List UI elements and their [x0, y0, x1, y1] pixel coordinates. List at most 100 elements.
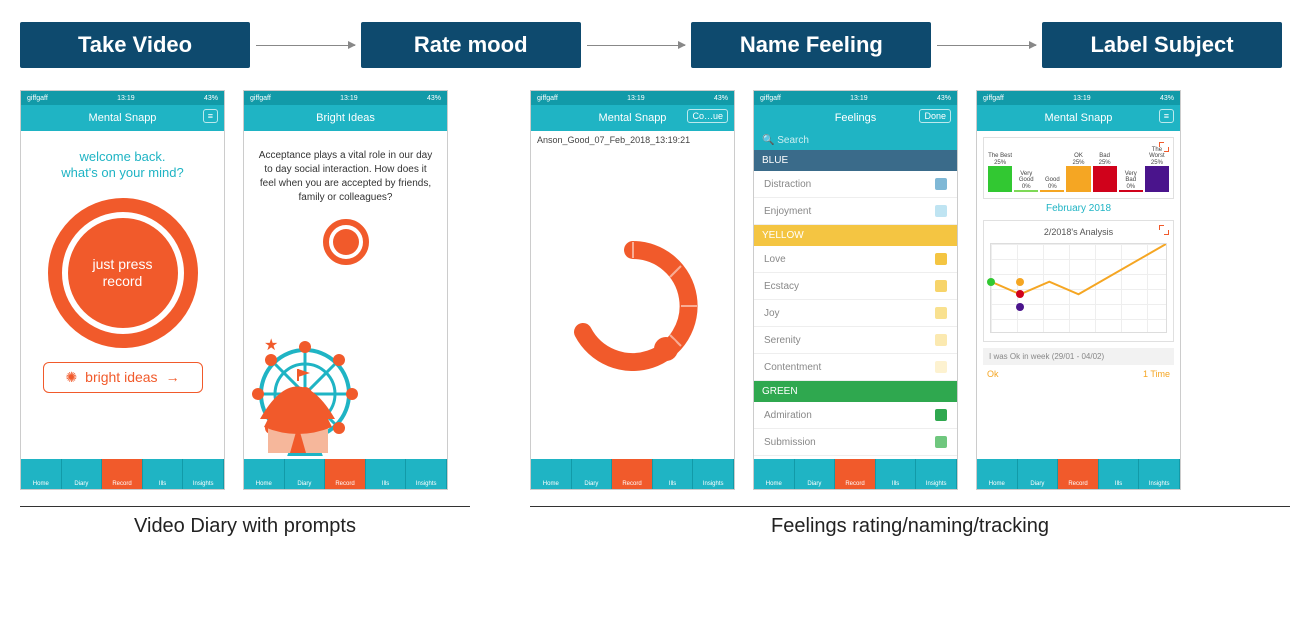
tab-insights[interactable]: Insights [1139, 459, 1180, 489]
color-swatch-icon [935, 334, 947, 346]
battery-label: 43% [204, 95, 218, 102]
lightbulb-icon: ✺ [65, 369, 77, 386]
tab-bar: Home Diary Record Ills Insights [531, 459, 734, 489]
record-button[interactable]: just press record [48, 198, 198, 348]
mood-rating-label: GOOD [614, 299, 651, 313]
chart-title: 2/2018's Analysis [988, 227, 1169, 237]
prompt-text: Acceptance plays a vital role in our day… [244, 131, 447, 215]
expand-icon[interactable] [1159, 142, 1169, 152]
summary-mood: Ok [987, 369, 999, 379]
tab-home[interactable]: Home [977, 459, 1018, 489]
status-bar: giffgaff 13:19 43% [754, 91, 957, 105]
step-label-subject: Label Subject [1042, 22, 1282, 68]
caption-left: Video Diary with prompts [20, 507, 470, 538]
step-name-feeling: Name Feeling [691, 22, 931, 68]
bar: The Worst25% [1145, 147, 1169, 192]
menu-icon[interactable]: ≡ [203, 109, 218, 123]
bar: Bad25% [1093, 153, 1117, 192]
expand-icon[interactable] [1159, 225, 1169, 235]
group-video-diary: giffgaff 13:19 43% Mental Snapp ≡ welcom… [20, 90, 470, 538]
tab-ills[interactable]: Ills [653, 459, 694, 489]
search-icon: 🔍 [762, 135, 774, 146]
nav-bar: Mental Snapp ≡ [977, 105, 1180, 131]
feeling-label: Contentment [764, 362, 821, 373]
mood-wheel-handle[interactable] [654, 337, 678, 361]
feeling-label: Enjoyment [764, 206, 811, 217]
nav-title: Mental Snapp [89, 112, 157, 124]
nav-title: Mental Snapp [599, 112, 667, 124]
tab-diary[interactable]: Diary [285, 459, 326, 489]
bar: OK25% [1066, 153, 1090, 192]
bright-ideas-button[interactable]: ✺ bright ideas → [43, 362, 203, 393]
bar: Very Bad0% [1119, 171, 1143, 192]
tab-insights[interactable]: Insights [183, 459, 224, 489]
feeling-label: Serenity [764, 335, 801, 346]
tab-record[interactable]: Record [835, 459, 876, 489]
tab-ills[interactable]: Ills [1099, 459, 1140, 489]
menu-icon[interactable]: ≡ [1159, 109, 1174, 123]
carrier-label: giffgaff [27, 95, 48, 102]
arrow-icon [937, 45, 1036, 46]
arrow-icon [256, 45, 355, 46]
week-summary: I was Ok in week (29/01 - 04/02) [983, 348, 1174, 365]
done-button[interactable]: Done [919, 109, 951, 123]
feeling-item[interactable]: Love [754, 246, 957, 273]
tab-ills[interactable]: Ills [143, 459, 184, 489]
feeling-label: Ecstacy [764, 281, 799, 292]
arrow-icon [587, 45, 686, 46]
nav-title: Mental Snapp [1045, 112, 1113, 124]
tab-home[interactable]: Home [531, 459, 572, 489]
feeling-item[interactable]: Ecstacy [754, 273, 957, 300]
tab-diary[interactable]: Diary [62, 459, 103, 489]
tab-insights[interactable]: Insights [916, 459, 957, 489]
feeling-item[interactable]: Serenity [754, 327, 957, 354]
nav-bar: Mental Snapp ≡ [21, 105, 224, 131]
feeling-item[interactable]: Enjoyment [754, 198, 957, 225]
tab-insights[interactable]: Insights [693, 459, 734, 489]
feeling-label: Admiration [764, 410, 812, 421]
feeling-label: Love [764, 254, 786, 265]
week-summary-detail: Ok 1 Time [977, 365, 1180, 379]
welcome-headline: welcome back. what's on your mind? [21, 149, 224, 182]
tab-home[interactable]: Home [21, 459, 62, 489]
record-button-small[interactable] [323, 219, 369, 265]
search-input[interactable]: 🔍 Search [754, 131, 957, 150]
screen-welcome: giffgaff 13:19 43% Mental Snapp ≡ welcom… [20, 90, 225, 490]
tab-record[interactable]: Record [102, 459, 143, 489]
caption-right: Feelings rating/naming/tracking [530, 507, 1290, 538]
tab-bar: Home Diary Record Ills Insights [754, 459, 957, 489]
tab-bar: Home Diary Record Ills Insights [244, 459, 447, 489]
feeling-item[interactable]: Submission [754, 429, 957, 456]
feeling-item[interactable]: Admiration [754, 402, 957, 429]
filename-field[interactable]: Anson_Good_07_Feb_2018_13:19:21 [531, 131, 734, 149]
tab-diary[interactable]: Diary [572, 459, 613, 489]
step-take-video: Take Video [20, 22, 250, 68]
continue-button[interactable]: Co…ue [687, 109, 728, 123]
tab-record[interactable]: Record [325, 459, 366, 489]
feeling-item[interactable]: Contentment [754, 354, 957, 381]
data-point [1016, 303, 1024, 311]
bar: Good0% [1040, 177, 1064, 192]
carnival-illustration: ★ [244, 329, 447, 459]
tab-diary[interactable]: Diary [1018, 459, 1059, 489]
status-bar: giffgaff 13:19 43% [244, 91, 447, 105]
distribution-chart: The Best25%Very Good0%Good0%OK25%Bad25%V… [983, 137, 1174, 199]
group-feelings: giffgaff 13:19 43% Mental Snapp Co…ue An… [530, 90, 1290, 538]
bar: Very Good0% [1014, 171, 1038, 192]
tab-ills[interactable]: Ills [876, 459, 917, 489]
tab-ills[interactable]: Ills [366, 459, 407, 489]
tab-home[interactable]: Home [754, 459, 795, 489]
feeling-item[interactable]: Distraction [754, 171, 957, 198]
feeling-item[interactable]: Joy [754, 300, 957, 327]
color-swatch-icon [935, 307, 947, 319]
tab-record[interactable]: Record [612, 459, 653, 489]
status-bar: giffgaff 13:19 43% [531, 91, 734, 105]
clock-label: 13:19 [117, 95, 135, 102]
workflow-steps: Take Video Rate mood Name Feeling Label … [20, 22, 1282, 68]
tab-record[interactable]: Record [1058, 459, 1099, 489]
color-swatch-icon [935, 205, 947, 217]
tab-home[interactable]: Home [244, 459, 285, 489]
tab-insights[interactable]: Insights [406, 459, 447, 489]
tab-diary[interactable]: Diary [795, 459, 836, 489]
add-feeling-button[interactable]: Add Feeling [539, 444, 592, 455]
